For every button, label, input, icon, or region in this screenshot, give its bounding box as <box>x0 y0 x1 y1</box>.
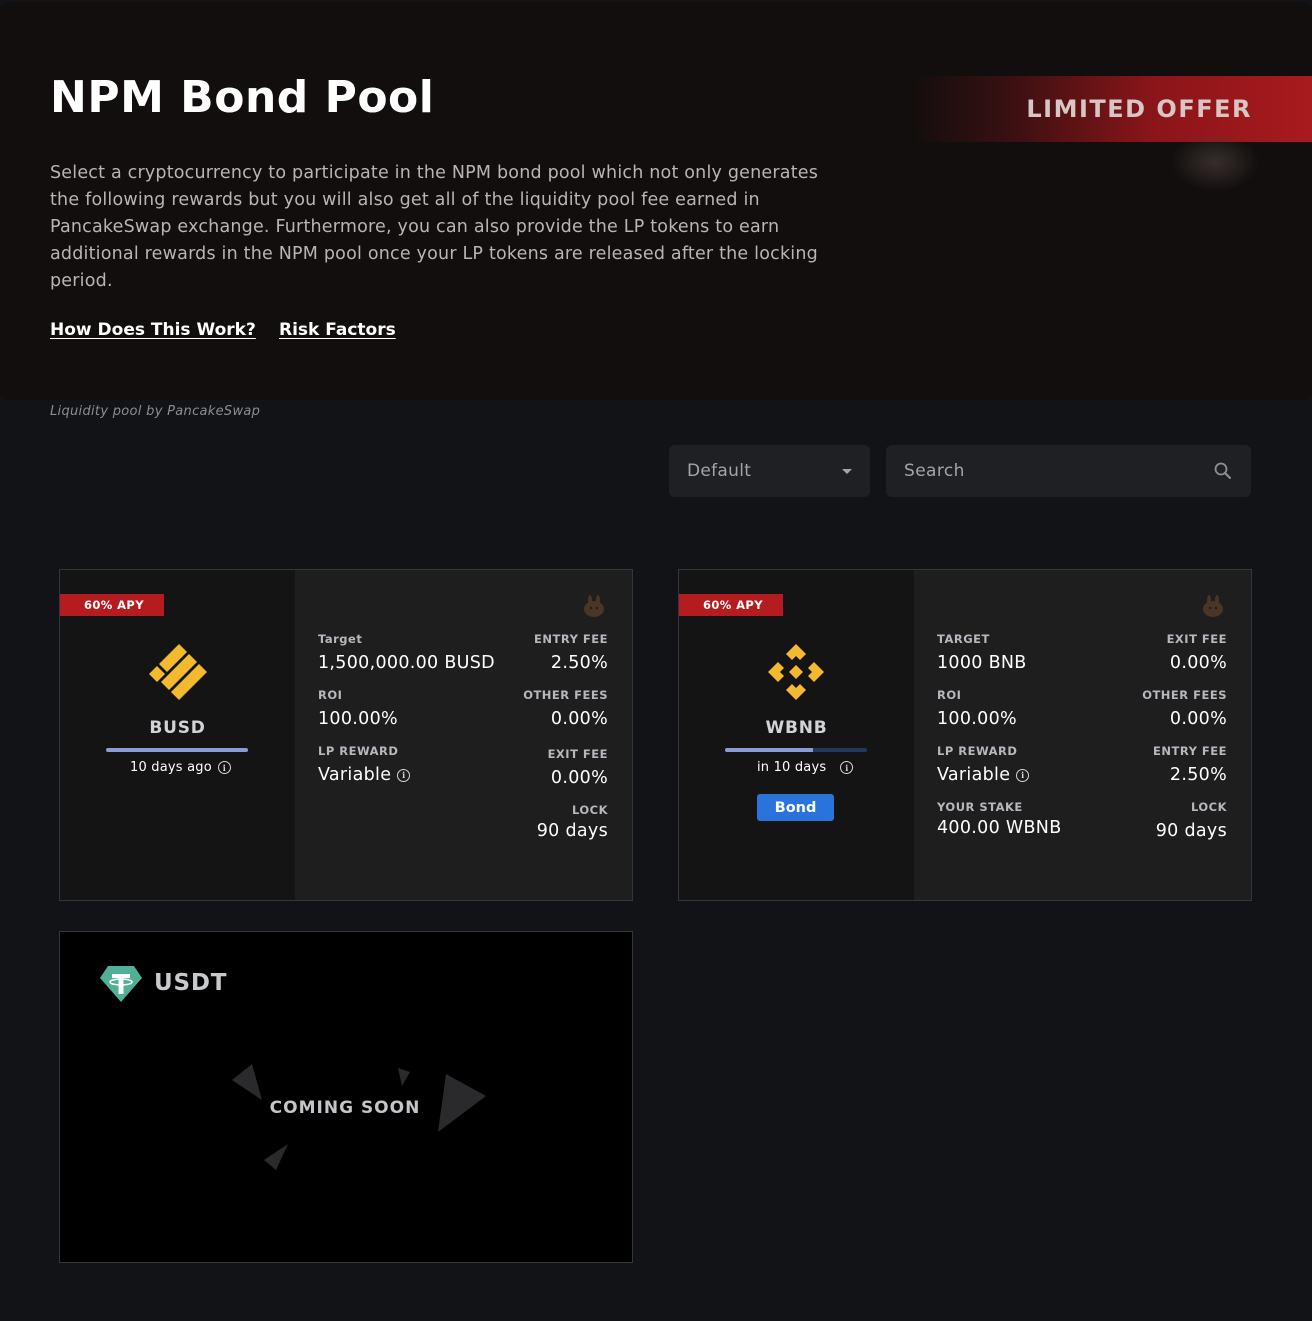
field-label: LP REWARD <box>937 744 1018 758</box>
lp-reward-value: Variable <box>937 765 1011 785</box>
pool-progress-bar <box>106 748 248 752</box>
field-value: 1000 BNB <box>937 653 1027 673</box>
field-label: ROI <box>318 688 343 702</box>
hero-banner: NPM Bond Pool Select a cryptocurrency to… <box>0 2 1312 400</box>
field-value: 0.00% <box>550 768 608 788</box>
field-label: Target <box>318 632 363 646</box>
field-value: 1,500,000.00 BUSD <box>318 653 495 673</box>
info-icon[interactable]: i <box>1016 768 1030 782</box>
sort-select-value: Default <box>687 461 752 481</box>
field-value-lp-reward: Variable i <box>937 765 1030 785</box>
pool-card-details: TARGET 1000 BNB ROI 100.00% LP REWARD Va… <box>914 570 1251 900</box>
chevron-down-icon <box>842 468 852 474</box>
pool-caption: Liquidity pool by PancakeSwap <box>50 404 261 419</box>
apy-badge: 60% APY <box>60 594 164 616</box>
field-value-your-stake: 400.00 WBNB <box>937 818 1062 838</box>
field-value: 2.50% <box>550 653 608 673</box>
bond-button[interactable]: Bond <box>757 794 834 821</box>
decorative-shard <box>264 1144 288 1170</box>
coin-name: USDT <box>154 970 228 996</box>
decorative-shard <box>232 1064 262 1100</box>
info-icon[interactable]: i <box>397 768 411 782</box>
offer-glow <box>1170 132 1260 192</box>
pool-progress-fill <box>106 748 248 752</box>
pool-time-text: 10 days ago <box>130 760 212 775</box>
risk-factors-link[interactable]: Risk Factors <box>279 320 396 340</box>
field-label: OTHER FEES <box>1142 688 1227 702</box>
pancakeswap-bunny-icon <box>1203 595 1223 617</box>
sort-select[interactable]: Default <box>669 445 870 497</box>
field-value: 0.00% <box>1169 653 1227 673</box>
pancakeswap-bunny-icon <box>584 595 604 617</box>
field-value: 2.50% <box>1169 765 1227 785</box>
field-value-lp-reward: Variable i <box>318 765 411 785</box>
field-value: 0.00% <box>550 709 608 729</box>
pool-card-summary: 60% APY WBNB in 10 days i Bond <box>679 570 914 900</box>
field-label: YOUR STAKE <box>937 800 1023 814</box>
field-label: ROI <box>937 688 962 702</box>
lp-reward-value: Variable <box>318 765 392 785</box>
pool-card-wbnb[interactable]: 60% APY WBNB in 10 days i Bond TARGET 10… <box>678 569 1252 901</box>
tether-logo-icon <box>100 966 142 1002</box>
search-input[interactable] <box>904 461 1184 481</box>
limited-offer-label: LIMITED OFFER <box>1026 95 1252 123</box>
field-label: LOCK <box>1190 800 1227 814</box>
field-value: 90 days <box>536 821 608 841</box>
field-label: LP REWARD <box>318 744 399 758</box>
apy-badge: 60% APY <box>679 594 783 616</box>
field-value: 90 days <box>1155 821 1227 841</box>
pool-card-details: Target 1,500,000.00 BUSD ROI 100.00% LP … <box>295 570 632 900</box>
field-value: 100.00% <box>937 709 1017 729</box>
field-label: EXIT FEE <box>1166 632 1227 646</box>
pool-time-text: in 10 days <box>757 760 827 775</box>
pool-card-summary: 60% APY BUSD 10 days ago i <box>60 570 295 900</box>
pool-card-usdt-coming-soon: USDT COMING SOON <box>59 931 633 1263</box>
search-box[interactable] <box>886 445 1251 497</box>
coming-soon-label: COMING SOON <box>269 1098 421 1118</box>
field-label: LOCK <box>571 803 608 817</box>
field-label: ENTRY FEE <box>1153 744 1227 758</box>
info-icon[interactable]: i <box>217 761 231 774</box>
pool-progress-fill <box>725 748 814 752</box>
coin-name: BUSD <box>149 718 206 738</box>
how-does-this-work-link[interactable]: How Does This Work? <box>50 320 256 340</box>
search-icon[interactable] <box>1213 461 1233 481</box>
busd-logo-icon <box>149 644 207 700</box>
pool-time: in 10 days i <box>757 760 854 775</box>
bnb-logo-icon <box>768 644 824 700</box>
coin-name: WBNB <box>765 718 828 738</box>
field-value: 0.00% <box>1169 709 1227 729</box>
field-label: TARGET <box>937 632 990 646</box>
page-title: NPM Bond Pool <box>50 72 435 123</box>
hero-description: Select a cryptocurrency to participate i… <box>50 163 819 291</box>
field-label: OTHER FEES <box>523 688 608 702</box>
pool-card-busd[interactable]: 60% APY BUSD 10 days ago i Target 1,500,… <box>59 569 633 901</box>
field-label: EXIT FEE <box>547 747 608 761</box>
decorative-shard <box>398 1068 410 1086</box>
pool-time: 10 days ago i <box>130 760 231 775</box>
field-value: 100.00% <box>318 709 398 729</box>
info-icon[interactable]: i <box>840 761 854 774</box>
pool-progress-bar <box>725 748 867 752</box>
field-label: ENTRY FEE <box>534 632 608 646</box>
